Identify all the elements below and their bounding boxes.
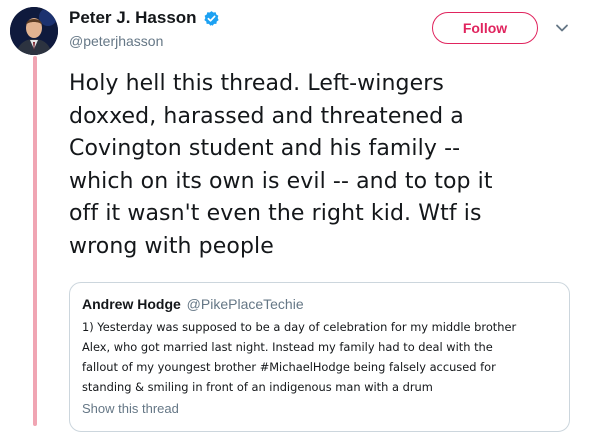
quoted-tweet-card[interactable]: Andrew Hodge @PikePlaceTechie 1) Yesterd… xyxy=(69,282,570,432)
quoted-tweet-text: 1) Yesterday was supposed to be a day of… xyxy=(82,320,517,394)
verified-badge-icon xyxy=(204,11,219,26)
avatar[interactable] xyxy=(10,7,58,55)
follow-button[interactable]: Follow xyxy=(432,12,538,44)
quoted-author-handle: @PikePlaceTechie xyxy=(186,296,304,312)
quoted-tweet-header: Andrew Hodge @PikePlaceTechie xyxy=(82,296,304,312)
chevron-down-icon[interactable] xyxy=(555,21,569,35)
author-display-name[interactable]: Peter J. Hasson xyxy=(69,7,197,29)
quoted-author-name: Andrew Hodge xyxy=(82,296,181,312)
tweet-text: Holy hell this thread. Left-wingers doxx… xyxy=(69,71,493,259)
show-thread-link[interactable]: Show this thread xyxy=(82,400,179,418)
avatar-photo-icon xyxy=(10,7,58,55)
author-handle[interactable]: @peterjhasson xyxy=(69,32,163,50)
thread-connector-line xyxy=(33,56,37,426)
